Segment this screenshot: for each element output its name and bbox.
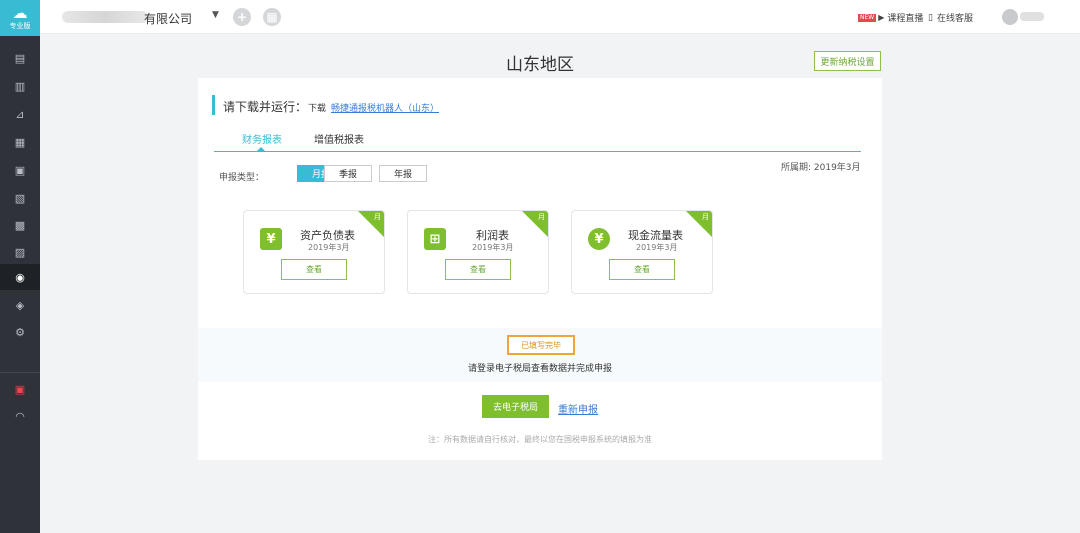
- type-quarterly-button[interactable]: 季报: [324, 165, 372, 182]
- balance-sheet-card: 月 ¥ 资产负债表 2019年3月 查看: [243, 210, 385, 294]
- yen-box-icon: ¥: [260, 228, 282, 250]
- redeclare-link[interactable]: 重新申报: [558, 401, 598, 416]
- calendar-icon[interactable]: ▣: [0, 376, 40, 402]
- online-service-label: 在线客服: [936, 14, 973, 24]
- coin-stack-icon: ¥: [588, 228, 610, 250]
- cloud-logo-icon: ☁: [12, 3, 28, 22]
- go-etax-button[interactable]: 去电子税局: [482, 395, 549, 418]
- update-tax-settings-button[interactable]: 更新纳税设置: [814, 51, 881, 71]
- voucher-icon[interactable]: ▥: [0, 73, 40, 99]
- company-name-redacted: [62, 11, 148, 23]
- edition-label: 专业版: [9, 21, 31, 30]
- tax-declare-icon[interactable]: ◉: [0, 264, 40, 290]
- profit-cart-icon: ⊞: [424, 228, 446, 250]
- declare-type-label: 申报类型：: [219, 173, 265, 183]
- download-tip: 请下载并运行：: [223, 100, 308, 114]
- online-service-link[interactable]: ▯ 在线客服: [928, 11, 973, 25]
- invoice-icon[interactable]: ▣: [0, 157, 40, 183]
- sidebar: ☁ 专业版 ▤ ▥ ⊿ ▦ ▣ ▧ ▩ ▨ ◉ ◈ ⚙ ▣ ◠: [0, 0, 40, 533]
- live-course-link[interactable]: NEW ▶ 课程直播: [858, 11, 923, 24]
- tab-financial-report[interactable]: 财务报表: [242, 131, 282, 146]
- tax-check-icon[interactable]: ◈: [0, 292, 40, 318]
- completion-strip: 已填写完毕 请登录电子税局查看数据并完成申报: [198, 328, 882, 382]
- monthly-badge: 月: [374, 213, 381, 221]
- play-icon: ▶: [878, 13, 885, 22]
- completion-message: 请登录电子税局查看数据并完成申报: [467, 364, 612, 374]
- download-prefix: 下载: [308, 104, 327, 114]
- tab-vat-report[interactable]: 增值税报表: [314, 131, 364, 146]
- robot-download-link[interactable]: 畅捷通报税机器人（山东）: [331, 101, 439, 114]
- tab-underline: [214, 151, 861, 152]
- period-label: 所属期: 2019年3月: [781, 163, 861, 173]
- page-title: 山东地区: [506, 55, 574, 75]
- cash-flow-card: 月 ¥ 现金流量表 2019年3月 查看: [571, 210, 713, 294]
- completed-badge: 已填写完毕: [507, 335, 575, 355]
- add-icon[interactable]: +: [233, 8, 251, 26]
- chevron-down-icon[interactable]: ▼: [212, 10, 219, 20]
- view-cash-flow-button[interactable]: 查看: [609, 259, 675, 280]
- avatar[interactable]: [1002, 9, 1018, 25]
- book-icon: ▯: [928, 12, 933, 23]
- type-yearly-button[interactable]: 年报: [379, 165, 427, 182]
- user-name-redacted: [1020, 12, 1044, 21]
- company-name[interactable]: 有限公司: [144, 10, 192, 27]
- main-panel: 请下载并运行： 下载 畅捷通报税机器人（山东） 财务报表 增值税报表 所属期: …: [198, 78, 882, 460]
- card-title: 现金流量表: [628, 229, 683, 242]
- card-date: 2019年3月: [472, 243, 514, 252]
- monthly-badge: 月: [538, 213, 545, 221]
- top-bar: 有限公司 ▼ + ▦ NEW ▶ 课程直播 ▯ 在线客服: [40, 0, 1080, 34]
- settings-icon[interactable]: ⚙: [0, 319, 40, 345]
- grid-icon[interactable]: ▦: [263, 8, 281, 26]
- card-title: 资产负债表: [300, 229, 355, 242]
- disclaimer-note: 注：所有数据请自行核对，最终以您在国税申报系统的填报为准: [428, 435, 652, 444]
- archive-icon[interactable]: ▩: [0, 212, 40, 238]
- speed-icon[interactable]: ◠: [0, 403, 40, 429]
- document-icon[interactable]: ▧: [0, 185, 40, 211]
- chart-icon[interactable]: ⊿: [0, 101, 40, 127]
- view-income-statement-button[interactable]: 查看: [445, 259, 511, 280]
- new-badge-icon: NEW: [858, 13, 877, 22]
- card-date: 2019年3月: [636, 243, 678, 252]
- app-logo[interactable]: ☁ 专业版: [0, 0, 40, 36]
- card-date: 2019年3月: [308, 243, 350, 252]
- view-balance-sheet-button[interactable]: 查看: [281, 259, 347, 280]
- income-statement-card: 月 ⊞ 利润表 2019年3月 查看: [407, 210, 549, 294]
- live-course-label: 课程直播: [887, 14, 924, 24]
- monthly-badge: 月: [702, 213, 709, 221]
- calculator-icon[interactable]: ▨: [0, 239, 40, 265]
- tip-accent-bar: [212, 95, 215, 115]
- card-title: 利润表: [476, 229, 509, 242]
- sidebar-divider: [0, 372, 40, 373]
- report-icon[interactable]: ▦: [0, 129, 40, 155]
